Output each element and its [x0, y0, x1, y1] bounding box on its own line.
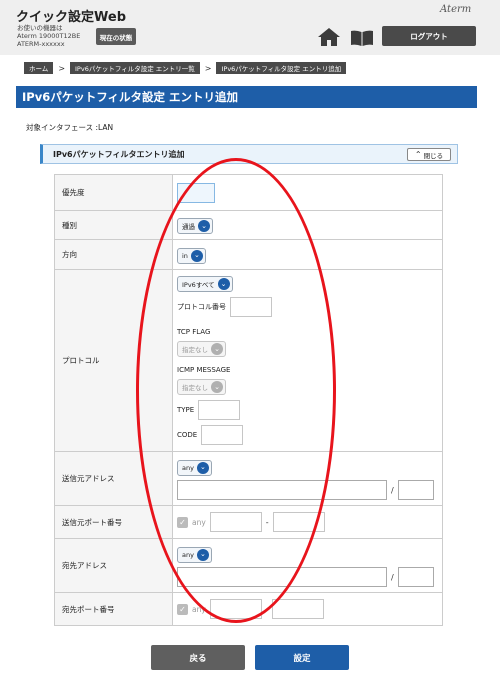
src-port-label: 送信元ポート番号 [54, 505, 173, 539]
icmp-message-select-value: 指定なし [182, 384, 208, 392]
src-prefix-input[interactable] [397, 480, 434, 500]
close-section-button[interactable]: ⌃ 閉じる [407, 148, 451, 161]
device-line-3: ATERM-xxxxxx [17, 40, 65, 48]
logout-button[interactable]: ログアウト [382, 26, 476, 46]
src-address-select[interactable]: any ⌄ [177, 459, 212, 476]
icmp-code-input[interactable] [201, 425, 244, 445]
icmp-type-input[interactable] [198, 400, 241, 420]
src-port-to-input[interactable] [272, 512, 325, 532]
src-address-select-value: any [182, 463, 194, 472]
current-status-button[interactable]: 現在の状態 [96, 28, 136, 45]
chevron-down-icon: ⌄ [217, 278, 230, 290]
icmp-code-label: CODE [177, 431, 198, 439]
dst-port-any-checkbox[interactable]: ✓ [177, 603, 188, 615]
type-label: 種別 [54, 210, 173, 240]
icmp-type-label: TYPE [177, 406, 195, 414]
src-address-input[interactable] [177, 480, 387, 500]
chevron-up-icon: ⌃ [414, 149, 422, 159]
breadcrumb-separator: > [204, 63, 212, 73]
direction-select[interactable]: in ⌄ [177, 247, 206, 264]
back-button[interactable]: 戻る [151, 645, 245, 670]
type-select-value: 通過 [182, 223, 195, 231]
src-port-any-checkbox[interactable]: ✓ [177, 516, 188, 528]
dst-port-to-input[interactable] [271, 599, 324, 619]
dst-address-select-value: any [182, 550, 194, 559]
app-title: クイック設定Web [16, 10, 126, 25]
protocol-select[interactable]: IPv6すべて ⌄ [177, 276, 233, 292]
tcp-flag-select[interactable]: 指定なし ⌄ [177, 341, 226, 357]
protocol-number-label: プロトコル番号 [177, 303, 226, 311]
dst-address-select[interactable]: any ⌄ [177, 546, 212, 563]
src-address-label: 送信元アドレス [54, 451, 173, 506]
interface-label: 対象インタフェース :LAN [26, 123, 114, 132]
src-port-any-label: any [192, 517, 206, 527]
header: クイック設定Web お使いの機器は Aterm 19000T12BE ATERM… [0, 0, 500, 55]
protocol-select-value: IPv6すべて [182, 281, 215, 289]
breadcrumb-entry-list[interactable]: IPv6パケットフィルタ設定 エントリ一覧 [70, 62, 200, 74]
protocol-number-input[interactable] [230, 297, 272, 317]
prefix-separator: / [391, 485, 394, 495]
device-line-1: お使いの機器は [17, 24, 63, 32]
dst-port-label: 宛先ポート番号 [54, 592, 173, 626]
device-info: お使いの機器は Aterm 19000T12BE ATERM-xxxxxx [17, 24, 80, 48]
dst-port-from-input[interactable] [209, 599, 262, 619]
chevron-down-icon: ⌄ [196, 461, 209, 474]
direction-label: 方向 [54, 239, 173, 270]
breadcrumb-entry-add: IPv6パケットフィルタ設定 エントリ追加 [216, 62, 347, 74]
page-title: IPv6パケットフィルタ設定 エントリ追加 [16, 86, 477, 108]
breadcrumb-home[interactable]: ホーム [24, 62, 54, 74]
dst-address-label: 宛先アドレス [54, 538, 173, 593]
section-header: IPv6パケットフィルタエントリ追加 ⌃ 閉じる [40, 144, 458, 164]
direction-select-value: in [182, 251, 188, 260]
dst-prefix-input[interactable] [397, 567, 434, 587]
dst-address-input[interactable] [177, 567, 387, 587]
chevron-down-icon: ⌄ [190, 249, 203, 262]
priority-input[interactable] [177, 182, 215, 203]
type-select[interactable]: 通過 ⌄ [177, 218, 213, 234]
protocol-label: プロトコル [54, 269, 173, 452]
device-line-2: Aterm 19000T12BE [17, 32, 81, 40]
brand-logo: Aterm [440, 4, 472, 15]
icmp-message-label: ICMP MESSAGE [177, 366, 231, 374]
submit-button[interactable]: 設定 [255, 645, 349, 670]
home-icon[interactable] [318, 28, 340, 46]
port-range-separator: - [265, 517, 269, 527]
breadcrumb-separator: > [58, 63, 66, 73]
close-label: 閉じる [423, 151, 444, 160]
chevron-down-icon: ⌄ [211, 343, 223, 355]
tcp-flag-select-value: 指定なし [182, 346, 208, 354]
dst-port-any-label: any [192, 604, 206, 614]
breadcrumb: ホーム > IPv6パケットフィルタ設定 エントリ一覧 > IPv6パケットフィ… [24, 62, 347, 74]
chevron-down-icon: ⌄ [196, 548, 209, 561]
tcp-flag-label: TCP FLAG [177, 328, 211, 336]
chevron-down-icon: ⌄ [198, 220, 210, 232]
chevron-down-icon: ⌄ [211, 381, 223, 393]
priority-label: 優先度 [54, 174, 173, 211]
filter-form-table: 優先度 種別 通過 ⌄ 方向 in ⌄ プロトコル IPv6すべて ⌄ プロトコ… [54, 174, 443, 626]
book-icon[interactable] [350, 30, 374, 46]
prefix-separator: / [391, 572, 394, 582]
src-port-from-input[interactable] [209, 512, 262, 532]
icmp-message-select[interactable]: 指定なし ⌄ [177, 379, 226, 395]
section-title: IPv6パケットフィルタエントリ追加 [53, 149, 185, 159]
